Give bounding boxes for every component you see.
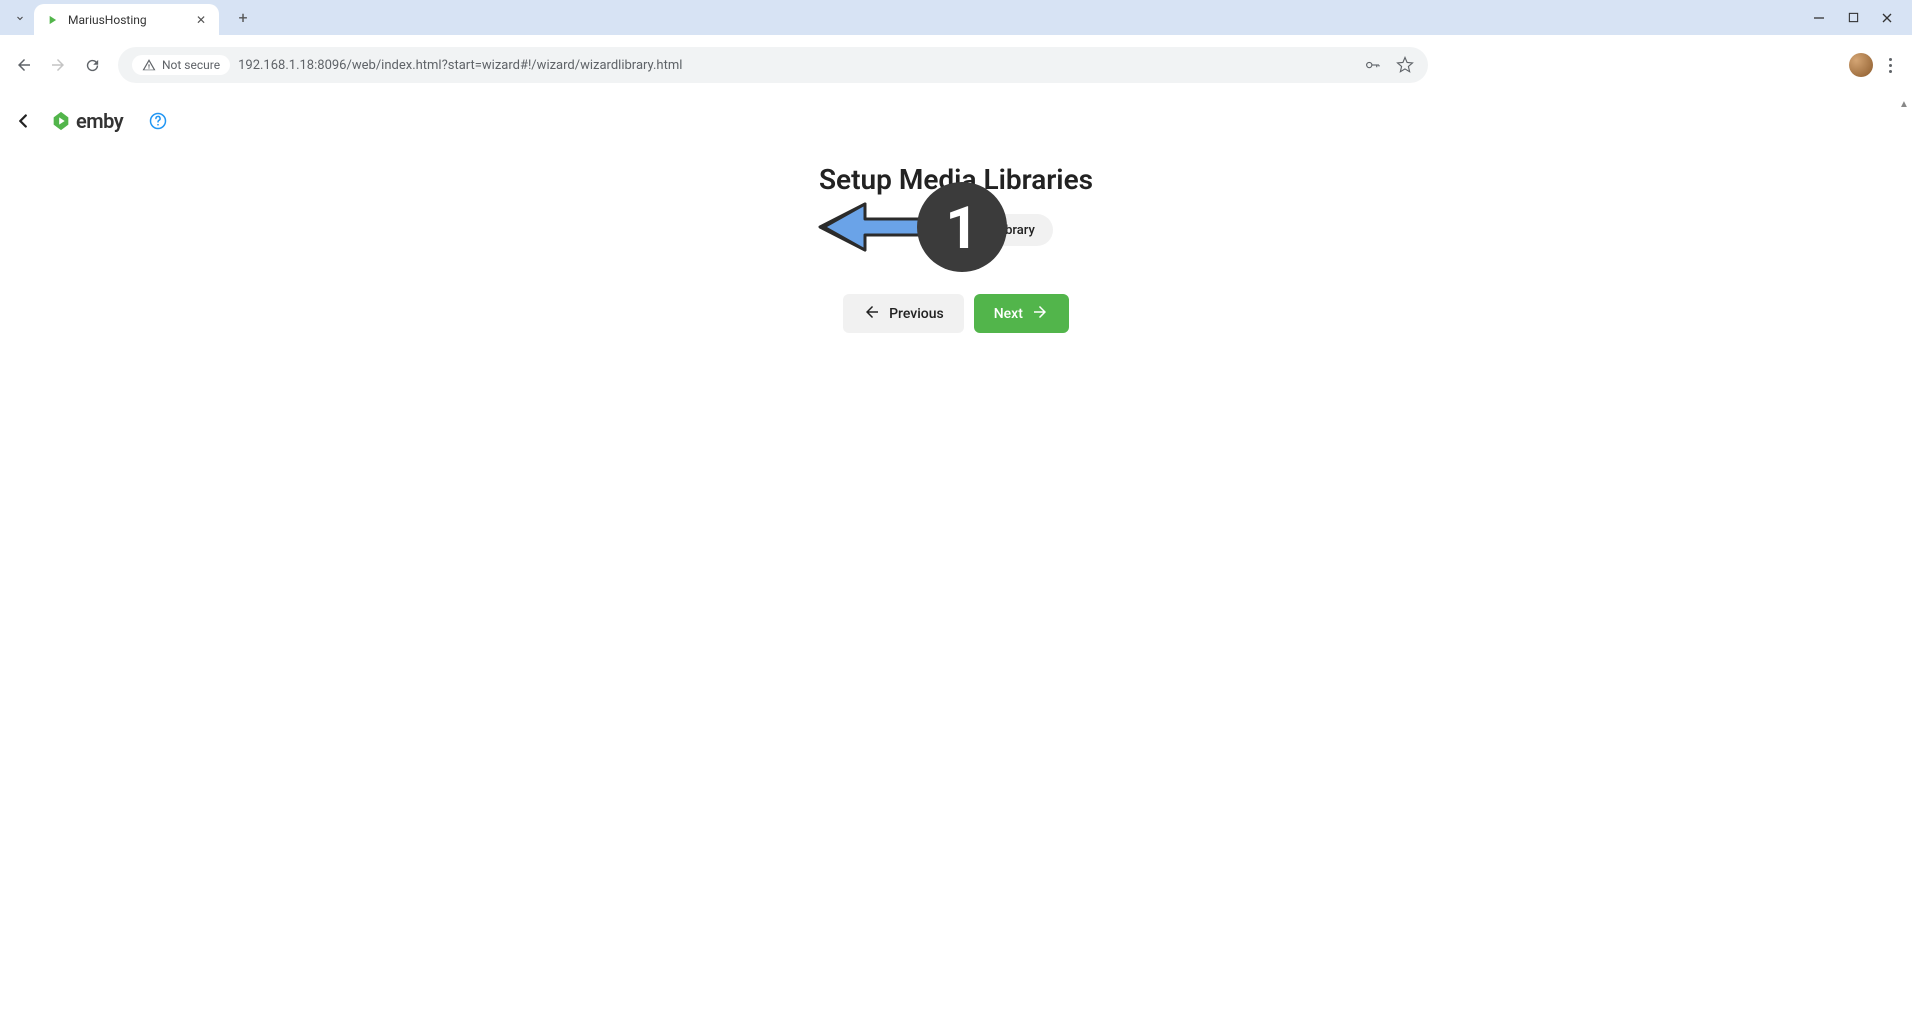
tab-favicon [44, 12, 60, 28]
profile-avatar[interactable] [1849, 53, 1873, 77]
security-label: Not secure [162, 58, 220, 72]
previous-label: Previous [889, 306, 944, 322]
tab-close-button[interactable]: ✕ [193, 12, 209, 28]
emby-logo[interactable]: emby [50, 109, 123, 133]
next-button[interactable]: Next [974, 294, 1069, 333]
main-content: Setup Media Libraries 0 Libraries + New … [0, 147, 1912, 333]
window-minimize-button[interactable] [1804, 3, 1834, 33]
nav-back-button[interactable] [10, 51, 38, 79]
app-back-button[interactable] [12, 110, 34, 132]
libraries-count: 0 Libraries [859, 223, 919, 238]
warning-icon [142, 58, 156, 72]
bookmark-star-icon[interactable] [1396, 56, 1414, 74]
help-button[interactable] [147, 110, 169, 132]
plus-icon: + [948, 221, 958, 239]
browser-chrome: MariusHosting ✕ + No [0, 0, 1912, 95]
security-indicator[interactable]: Not secure [132, 55, 230, 75]
arrow-right-icon [1031, 303, 1049, 324]
address-bar-row: Not secure 192.168.1.18:8096/web/index.h… [0, 35, 1912, 95]
chevron-down-icon [14, 12, 26, 24]
new-library-button[interactable]: + New Library [936, 214, 1053, 246]
arrow-left-icon [863, 303, 881, 324]
next-label: Next [994, 306, 1023, 322]
tab-bar: MariusHosting ✕ + [0, 0, 1912, 35]
browser-menu-button[interactable] [1885, 54, 1896, 77]
emby-logo-text: emby [76, 109, 123, 133]
address-bar[interactable]: Not secure 192.168.1.18:8096/web/index.h… [118, 47, 1428, 83]
window-close-button[interactable] [1872, 3, 1902, 33]
password-key-icon[interactable] [1364, 56, 1382, 74]
libraries-row: 0 Libraries + New Library [859, 214, 1053, 246]
page-title: Setup Media Libraries [819, 163, 1093, 196]
scroll-up-indicator[interactable]: ▲ [1897, 96, 1911, 112]
tab-title: MariusHosting [68, 13, 185, 27]
app-header: emby [0, 95, 1912, 147]
url-text: 192.168.1.18:8096/web/index.html?start=w… [238, 58, 1356, 73]
window-maximize-button[interactable] [1838, 3, 1868, 33]
nav-reload-button[interactable] [78, 51, 106, 79]
wizard-nav: Previous Next [843, 294, 1069, 333]
window-controls [1804, 0, 1912, 35]
emby-logo-icon [50, 110, 72, 132]
nav-forward-button[interactable] [44, 51, 72, 79]
new-tab-button[interactable]: + [229, 4, 257, 32]
previous-button[interactable]: Previous [843, 294, 964, 333]
tab-search-dropdown[interactable] [6, 12, 34, 24]
browser-tab[interactable]: MariusHosting ✕ [34, 4, 219, 36]
new-library-label: New Library [966, 223, 1035, 238]
